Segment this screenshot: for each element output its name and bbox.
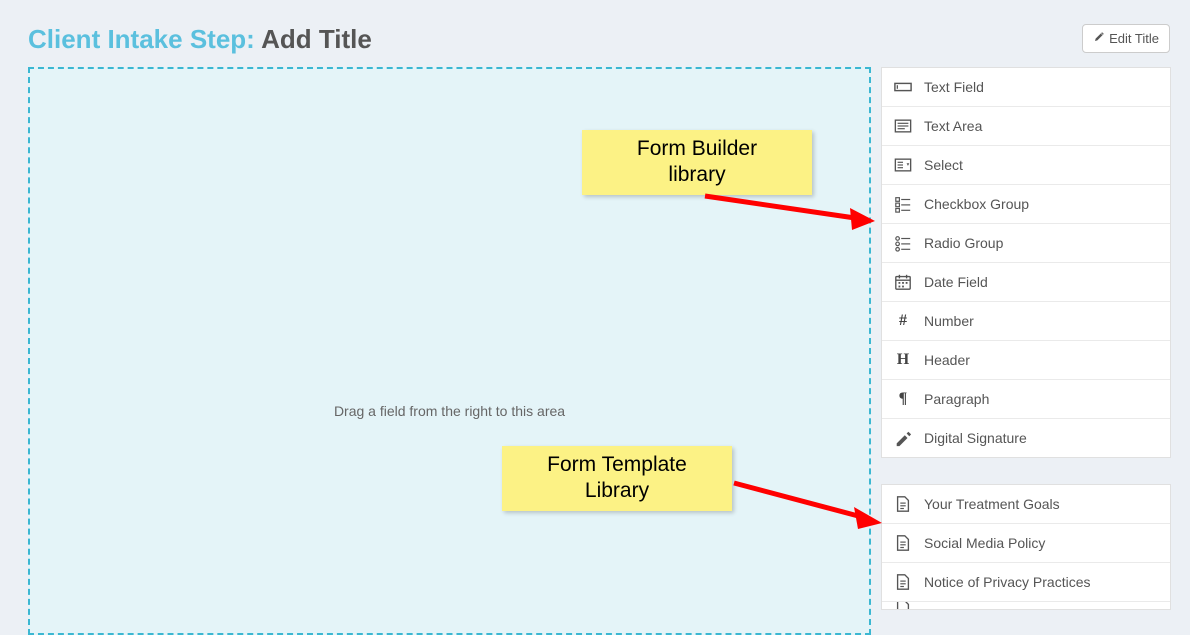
template-row-peek[interactable]: [882, 601, 1170, 609]
canvas-empty-text: Drag a field from the right to this area: [30, 403, 869, 419]
field-text-field[interactable]: Text Field: [882, 68, 1170, 106]
field-label: Digital Signature: [924, 430, 1027, 446]
field-label: Text Area: [924, 118, 982, 134]
field-label: Checkbox Group: [924, 196, 1029, 212]
field-date[interactable]: Date Field: [882, 262, 1170, 301]
document-icon: [894, 603, 912, 610]
field-number[interactable]: # Number: [882, 301, 1170, 340]
field-paragraph[interactable]: ¶ Paragraph: [882, 379, 1170, 418]
edit-title-button[interactable]: Edit Title: [1082, 24, 1170, 53]
field-label: Text Field: [924, 79, 984, 95]
form-template-library: Your Treatment Goals Social Media Policy…: [881, 484, 1171, 610]
field-label: Paragraph: [924, 391, 989, 407]
annotation-form-template: Form Template Library: [502, 446, 732, 511]
select-icon: [894, 156, 912, 174]
field-label: Header: [924, 352, 970, 368]
template-social-media-policy[interactable]: Social Media Policy: [882, 523, 1170, 562]
field-checkbox-group[interactable]: Checkbox Group: [882, 184, 1170, 223]
field-text-area[interactable]: Text Area: [882, 106, 1170, 145]
text-field-icon: [894, 78, 912, 96]
form-builder-library: Text Field Text Area Select: [881, 67, 1171, 458]
field-label: Date Field: [924, 274, 988, 290]
field-label: Select: [924, 157, 963, 173]
page-title: Client Intake Step: Add Title: [28, 24, 372, 55]
template-treatment-goals[interactable]: Your Treatment Goals: [882, 485, 1170, 523]
text-area-icon: [894, 117, 912, 135]
checkbox-group-icon: [894, 195, 912, 213]
title-prefix: Client Intake Step:: [28, 24, 255, 54]
template-label: Social Media Policy: [924, 535, 1045, 551]
template-privacy-practices[interactable]: Notice of Privacy Practices: [882, 562, 1170, 601]
date-field-icon: [894, 273, 912, 291]
template-label: Your Treatment Goals: [924, 496, 1060, 512]
paragraph-icon: ¶: [894, 390, 912, 408]
field-digital-signature[interactable]: Digital Signature: [882, 418, 1170, 457]
header-icon: H: [894, 351, 912, 369]
radio-group-icon: [894, 234, 912, 252]
number-icon: #: [894, 312, 912, 330]
signature-icon: [894, 429, 912, 447]
field-radio-group[interactable]: Radio Group: [882, 223, 1170, 262]
document-icon: [894, 495, 912, 513]
document-icon: [894, 534, 912, 552]
edit-title-label: Edit Title: [1109, 31, 1159, 46]
field-select[interactable]: Select: [882, 145, 1170, 184]
document-icon: [894, 573, 912, 591]
field-header[interactable]: H Header: [882, 340, 1170, 379]
field-label: Radio Group: [924, 235, 1003, 251]
field-label: Number: [924, 313, 974, 329]
edit-icon: [1093, 31, 1105, 46]
title-value: Add Title: [261, 24, 372, 54]
template-label: Notice of Privacy Practices: [924, 574, 1091, 590]
annotation-form-builder: Form Builder library: [582, 130, 812, 195]
